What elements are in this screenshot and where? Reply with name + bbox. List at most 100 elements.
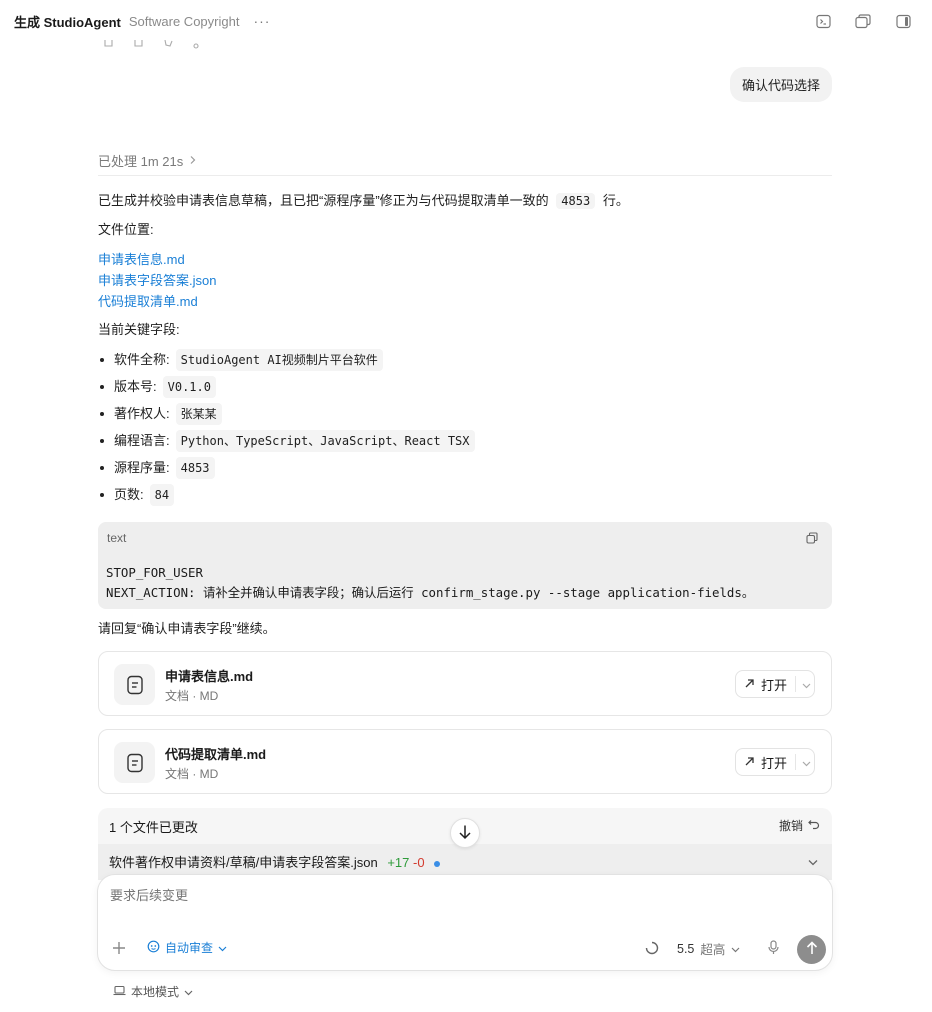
window-copy-icon[interactable]	[854, 12, 872, 30]
changed-file-path: 软件著作权申请资料/草稿/申请表字段答案.json	[109, 855, 378, 870]
field-label: 软件全称:	[114, 352, 170, 367]
files-label: 文件位置:	[98, 222, 154, 237]
auto-review-label: 自动审查	[165, 941, 214, 955]
code-line: NEXT_ACTION: 请补全并确认申请表字段；确认后运行 confirm_s…	[106, 585, 755, 600]
open-label: 打开	[761, 677, 788, 693]
chevron-down-icon[interactable]	[802, 755, 811, 770]
file-name: 申请表信息.md	[165, 669, 254, 684]
field-item: 著作权人: 张某某	[98, 403, 222, 425]
file-meta: 文档 · MD	[165, 767, 219, 781]
file-links: 申请表信息.md 申请表字段答案.json 代码提取清单.md	[98, 249, 832, 312]
lines-removed: -0	[413, 855, 425, 870]
chevron-down-icon[interactable]	[802, 677, 811, 692]
field-value: Python、TypeScript、JavaScript、React TSX	[175, 430, 475, 452]
undo-label: 撤销	[778, 819, 803, 833]
model-version: 5.5	[677, 941, 695, 956]
field-item: 软件全称: StudioAgent AI视频制片平台软件	[98, 349, 383, 371]
loading-spinner-icon	[645, 941, 659, 958]
field-value: V0.1.0	[162, 376, 216, 398]
fields-list: 软件全称: StudioAgent AI视频制片平台软件 版本号: V0.1.0 著…	[98, 349, 832, 509]
divider	[795, 754, 797, 770]
changes-title: 1 个文件已更改	[109, 820, 198, 835]
file-link-field-answers[interactable]: 申请表字段答案.json	[98, 270, 832, 291]
undo-icon	[808, 819, 820, 833]
field-value: 84	[149, 484, 175, 506]
sidebar-toggle-icon[interactable]	[894, 12, 912, 30]
copy-icon[interactable]	[103, 38, 115, 48]
file-card[interactable]: 申请表信息.md 文档 · MD 打开	[98, 651, 832, 716]
duplicate-icon[interactable]	[133, 38, 145, 48]
file-card[interactable]: 代码提取清单.md 文档 · MD 打开	[98, 729, 832, 794]
arrow-up-right-icon	[744, 677, 755, 692]
user-message-text: 确认代码选择	[741, 78, 820, 93]
field-label: 编程语言:	[114, 433, 170, 448]
file-meta: 文档 · MD	[165, 689, 219, 703]
fields-label: 当前关键字段:	[98, 322, 180, 337]
file-name: 代码提取清单.md	[165, 747, 267, 762]
user-message-bubble: 确认代码选择	[729, 67, 832, 102]
chevron-down-icon	[731, 942, 740, 956]
top-icons	[814, 12, 912, 30]
terminal-icon[interactable]	[814, 12, 832, 30]
divider	[98, 175, 832, 176]
assistant-intro: 已生成并校验申请表信息草稿，且已把“源程序量”修正为与代码提取清单一致的 485…	[98, 191, 832, 211]
chevron-right-icon	[189, 153, 197, 168]
reasoning-level: 超高	[700, 943, 726, 957]
field-value: 张某某	[175, 403, 222, 425]
copy-code-icon[interactable]	[806, 532, 818, 544]
file-link-code-list[interactable]: 代码提取清单.md	[98, 291, 832, 312]
field-item: 源程序量: 4853	[98, 457, 215, 479]
field-label: 著作权人:	[114, 406, 170, 421]
open-label: 打开	[761, 755, 788, 771]
model-selector[interactable]: 5.5 超高	[677, 939, 740, 958]
local-mode-label: 本地模式	[131, 985, 180, 999]
field-label: 源程序量:	[114, 460, 170, 475]
reply-hint: 请回复“确认申请表字段”继续。	[98, 621, 276, 636]
field-label: 版本号:	[114, 379, 157, 394]
field-item: 页数: 84	[98, 484, 175, 506]
auto-review-dropdown[interactable]: 自动审查	[147, 939, 227, 956]
code-language-label: text	[107, 531, 127, 545]
plus-icon[interactable]	[112, 941, 126, 958]
app-title: 生成 StudioAgent	[14, 14, 121, 30]
open-file-button[interactable]: 打开	[735, 670, 815, 698]
unsaved-dot	[434, 860, 441, 867]
field-label: 页数:	[114, 487, 144, 502]
chevron-down-icon	[218, 941, 227, 955]
document-icon	[114, 742, 155, 783]
branch-icon[interactable]	[193, 38, 205, 49]
arrow-down-icon	[458, 824, 472, 843]
previous-message-actions	[103, 38, 205, 49]
title-bar: 生成 StudioAgent Software Copyright ···	[0, 0, 932, 42]
open-file-button[interactable]: 打开	[735, 748, 815, 776]
field-value: StudioAgent AI视频制片平台软件	[175, 349, 383, 371]
microphone-icon[interactable]	[768, 940, 779, 958]
file-link-application-info[interactable]: 申请表信息.md	[98, 249, 832, 270]
field-value: 4853	[175, 457, 215, 479]
code-content: STOP_FOR_USER NEXT_ACTION: 请补全并确认申请表字段；确…	[106, 563, 754, 603]
intro-prefix: 已生成并校验申请表信息草稿，且已把“源程序量”修正为与代码提取清单一致的	[98, 193, 549, 208]
document-icon	[114, 664, 155, 705]
arrow-up-icon	[806, 941, 818, 958]
divider	[795, 676, 797, 692]
robot-icon	[147, 940, 160, 956]
intro-suffix: 行。	[602, 193, 629, 208]
field-item: 编程语言: Python、TypeScript、JavaScript、React …	[98, 430, 475, 452]
processed-toggle[interactable]: 已处理 1m 21s	[98, 151, 197, 170]
send-button[interactable]	[797, 935, 826, 964]
scroll-to-bottom-button[interactable]	[450, 818, 480, 848]
chevron-down-icon[interactable]	[808, 854, 818, 869]
app-subtitle: Software Copyright	[128, 13, 240, 29]
composer: 自动审查 5.5 超高	[97, 874, 833, 971]
laptop-icon	[113, 985, 126, 999]
changed-file-info: 软件著作权申请资料/草稿/申请表字段答案.json +17 -0	[109, 852, 441, 871]
undo-button[interactable]: 撤销	[779, 817, 820, 834]
code-block: text STOP_FOR_USER NEXT_ACTION: 请补全并确认申请…	[98, 522, 832, 609]
processed-label: 已处理 1m 21s	[98, 154, 184, 169]
local-mode-selector[interactable]: 本地模式	[113, 983, 193, 1000]
intro-code: 4853	[556, 193, 596, 209]
more-options-button[interactable]: ···	[253, 13, 270, 29]
thumb-icon[interactable]	[163, 38, 175, 48]
follow-up-input[interactable]	[110, 888, 710, 903]
chevron-down-icon	[184, 985, 193, 999]
